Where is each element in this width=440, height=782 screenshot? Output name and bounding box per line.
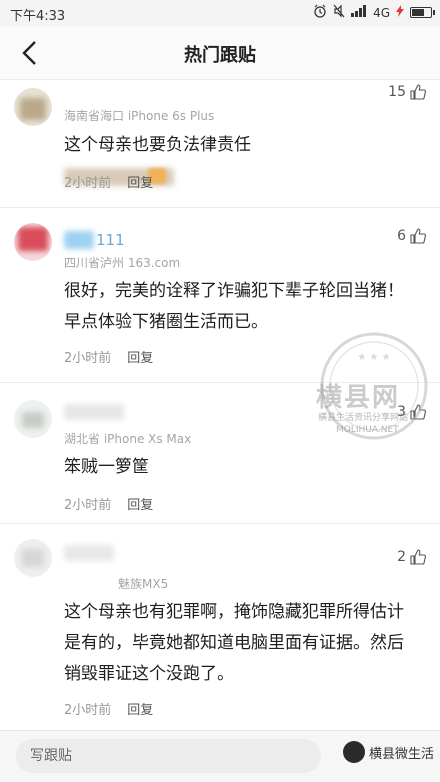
comment-time: 2小时前 [64, 703, 112, 718]
comment-text: 笨贼一箩筐 [64, 457, 149, 477]
comment-footer: 2小时前 回复 [64, 494, 153, 513]
comment-item: 海南省海口 iPhone 6s Plus 15 这个母亲也要负法律责任 2小时前… [0, 80, 440, 208]
thumbs-up-icon [410, 228, 426, 244]
status-bar: 下午4:33 4G [0, 0, 440, 26]
avatar[interactable] [14, 400, 52, 438]
charging-icon [396, 5, 404, 20]
avatar[interactable] [14, 88, 52, 126]
alarm-icon [313, 4, 327, 21]
account-name: 横县微生活 [368, 746, 434, 762]
like-count: 2 [397, 549, 406, 565]
signal-icon [351, 5, 367, 20]
comment-meta: 魅族MX5 [118, 577, 169, 591]
watermark-title: 横县网 [316, 383, 401, 413]
reply-button[interactable]: 回复 [127, 347, 153, 366]
battery-icon [410, 7, 435, 18]
reply-button[interactable]: 回复 [127, 494, 153, 513]
thumbs-up-icon [410, 549, 426, 565]
comment-text: 这个母亲也有犯罪啊，掩饰隐藏犯罪所得估计是有的，毕竟她都知道电脑里面有证据。然后… [64, 602, 404, 684]
comment-footer: 2小时前 回复 [64, 347, 153, 366]
comment-item: 魅族MX5 2 这个母亲也有犯罪啊，掩饰隐藏犯罪所得估计是有的，毕竟她都知道电脑… [0, 525, 440, 730]
like-count: 6 [397, 228, 406, 244]
account-badge: 横县微生活 [342, 741, 434, 763]
comment-text: 很好，完美的诠释了诈骗犯下辈子轮回当猪！早点体验下猪圈生活而已。 [64, 281, 404, 332]
avatar[interactable] [14, 539, 52, 577]
page-title: 热门跟贴 [184, 45, 256, 66]
comment-footer: 2小时前 回复 [64, 699, 153, 718]
comment-time: 2小时前 [64, 176, 112, 191]
mute-icon [333, 4, 345, 21]
username[interactable]: 111 [96, 231, 125, 249]
comment-footer: 2小时前 回复 [64, 172, 153, 191]
like-button[interactable]: 15 [388, 84, 426, 100]
comment-text: 这个母亲也要负法律责任 [64, 135, 251, 155]
watermark-url: MOLIHUA.NET [336, 425, 399, 435]
thumbs-up-icon [410, 84, 426, 100]
reply-button[interactable]: 回复 [127, 699, 153, 718]
like-button[interactable]: 2 [397, 549, 426, 565]
comment-meta: 四川省泸州 163.com [64, 256, 181, 270]
network-type: 4G [373, 5, 390, 20]
comment-meta: 湖北省 iPhone Xs Max [64, 432, 192, 446]
like-button[interactable]: 6 [397, 228, 426, 244]
comment-time: 2小时前 [64, 351, 112, 366]
compose-bar: 写跟贴 横县微生活 [0, 730, 440, 782]
like-count: 15 [388, 84, 406, 100]
svg-text:★ ★ ★: ★ ★ ★ [357, 352, 390, 363]
write-comment-input[interactable]: 写跟贴 [16, 739, 321, 773]
status-time: 下午4:33 [10, 9, 66, 24]
watermark-subtitle: 横县生活资讯分享网站 [318, 413, 409, 423]
status-icons: 4G [313, 4, 435, 21]
comment-time: 2小时前 [64, 498, 112, 513]
wechat-logo-icon [342, 741, 365, 763]
avatar[interactable] [14, 223, 52, 261]
nav-bar: 热门跟贴 [0, 26, 440, 80]
reply-button[interactable]: 回复 [127, 172, 153, 191]
comment-meta: 海南省海口 iPhone 6s Plus [64, 109, 215, 123]
username-redacted[interactable] [64, 545, 114, 561]
username-redacted[interactable] [64, 404, 124, 420]
